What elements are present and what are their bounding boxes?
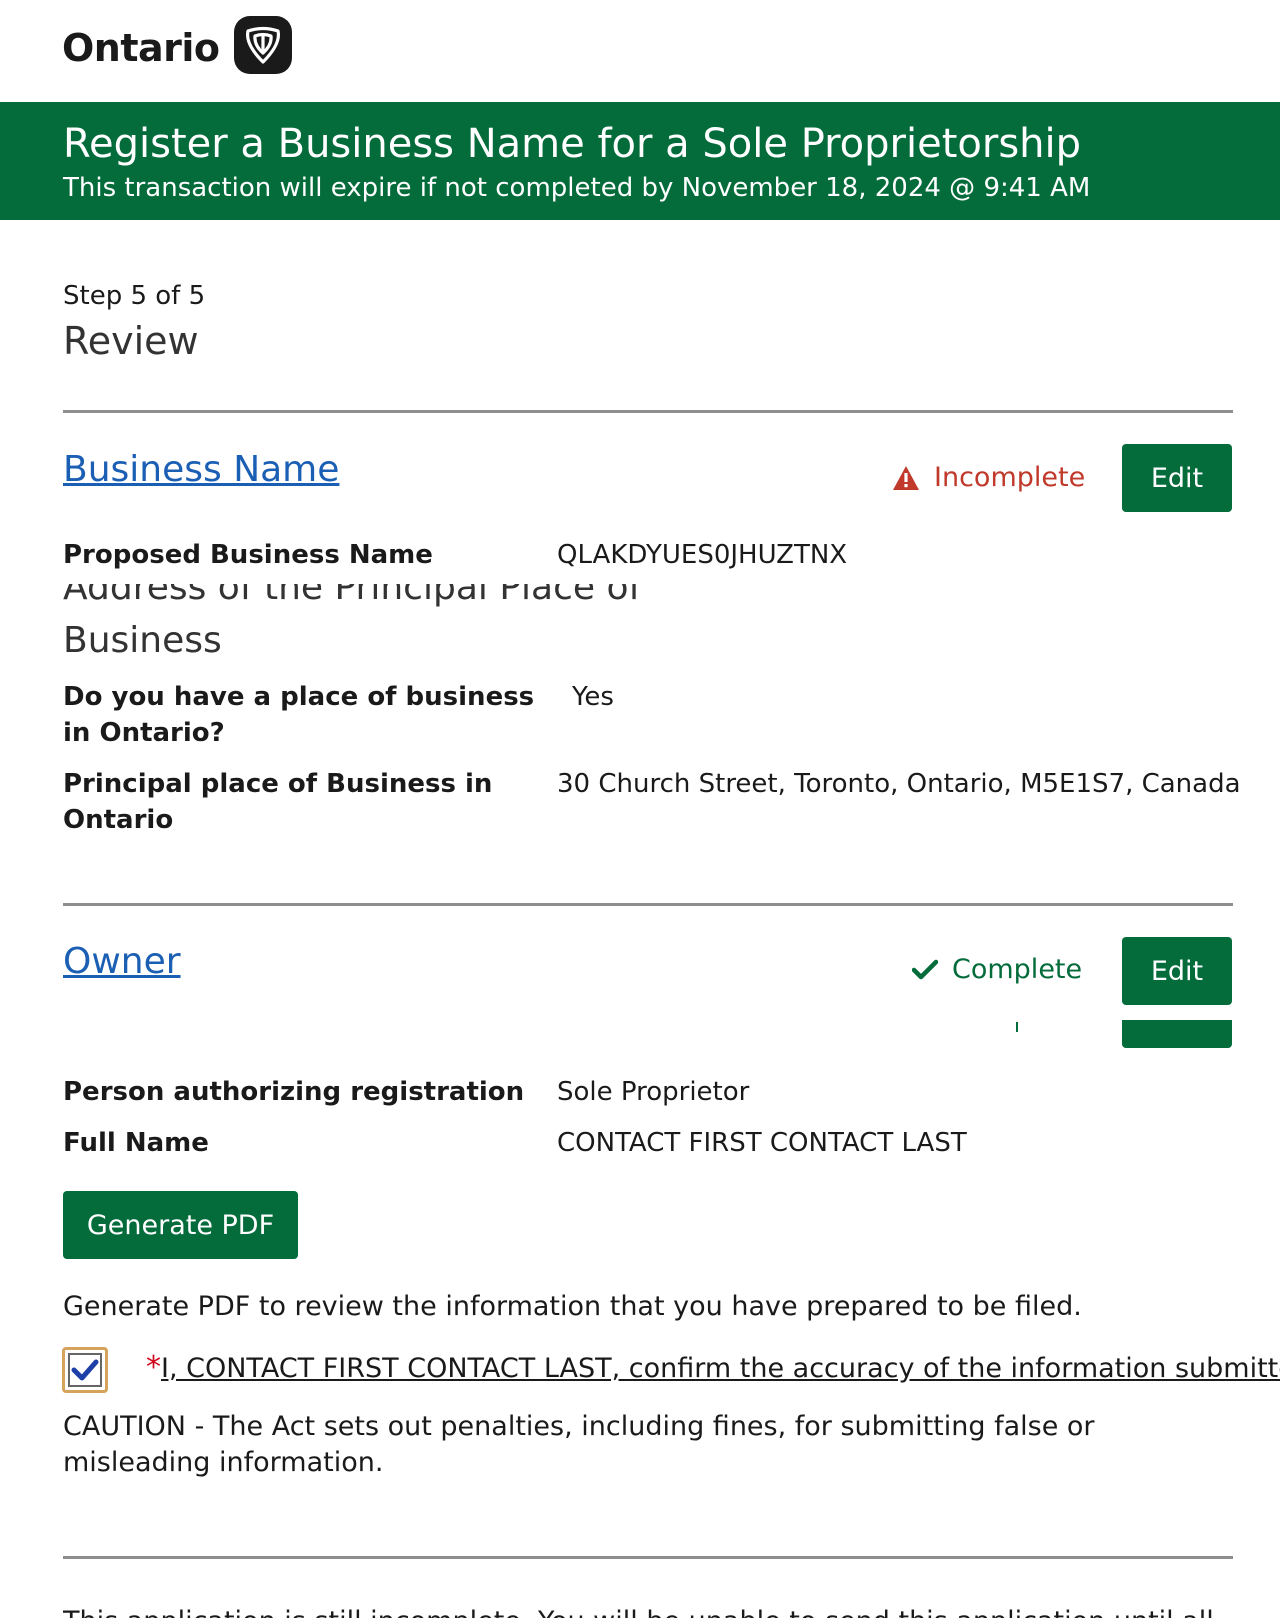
footer-incomplete-notice-clipped: This application is still incomplete. Yo…: [63, 1604, 1233, 1618]
proposed-business-name-label: Proposed Business Name: [63, 540, 433, 570]
section-divider: [63, 1556, 1233, 1559]
person-authorizing-label: Person authorizing registration: [63, 1077, 525, 1107]
site-header: Ontario: [0, 0, 1280, 102]
person-authorizing-value: Sole Proprietor: [557, 1077, 750, 1107]
generate-pdf-help: Generate PDF to review the information t…: [63, 1291, 1082, 1322]
owner-section-link[interactable]: Owner: [63, 938, 181, 986]
place-of-business-question-label: Do you have a place of business in Ontar…: [63, 682, 535, 748]
page-banner: Register a Business Name for a Sole Prop…: [0, 102, 1280, 220]
step-counter: Step 5 of 5: [63, 281, 206, 311]
page-title: Register a Business Name for a Sole Prop…: [63, 121, 1082, 167]
checkbox-box: [68, 1353, 102, 1387]
business-name-status: Incomplete: [892, 460, 1085, 496]
place-of-business-question-value: Yes: [572, 682, 614, 712]
warning-icon: [893, 466, 919, 490]
checkmark-icon: [71, 1359, 99, 1381]
address-heading: Business: [63, 620, 222, 661]
check-icon: [912, 959, 938, 980]
section-divider: [63, 903, 1233, 906]
required-marker: *: [146, 1350, 161, 1385]
confirm-accuracy-text[interactable]: I, CONTACT FIRST CONTACT LAST, confirm t…: [161, 1353, 1280, 1384]
caution-text: CAUTION - The Act sets out penalties, in…: [63, 1411, 1095, 1478]
expiry-notice: This transaction will expire if not comp…: [63, 173, 1091, 203]
section-divider: [63, 410, 1233, 413]
owner-status-text: Complete: [952, 954, 1083, 985]
edit-owner-button[interactable]: Edit: [1122, 937, 1232, 1005]
business-name-status-text: Incomplete: [934, 462, 1086, 493]
trillium-icon[interactable]: [234, 16, 292, 74]
step-title: Review: [63, 319, 199, 363]
ontario-logo-text[interactable]: Ontario: [62, 22, 220, 74]
business-name-section-link[interactable]: Business Name: [63, 446, 339, 494]
confirm-accuracy-label[interactable]: *I, CONTACT FIRST CONTACT LAST, confirm …: [146, 1350, 1280, 1387]
full-name-label: Full Name: [63, 1128, 209, 1158]
generate-pdf-button[interactable]: Generate PDF: [63, 1191, 298, 1259]
render-artifact: [1122, 1020, 1232, 1048]
address-heading-clipped: Address of the Principal Place of: [63, 584, 641, 612]
address-heading-partial: Address of the Principal Place of: [63, 584, 642, 608]
principal-place-value: 30 Church Street, Toronto, Ontario, M5E1…: [557, 769, 1241, 799]
confirm-accuracy-checkbox[interactable]: [62, 1347, 108, 1393]
render-artifact: [1016, 1022, 1018, 1032]
principal-place-label: Principal place of Business in Ontario: [63, 769, 493, 835]
full-name-value: CONTACT FIRST CONTACT LAST: [557, 1128, 967, 1158]
edit-business-name-button[interactable]: Edit: [1122, 444, 1232, 512]
owner-status: Complete: [912, 952, 1082, 988]
footer-incomplete-notice: This application is still incomplete. Yo…: [63, 1604, 1233, 1618]
proposed-business-name-value: QLAKDYUES0JHUZTNX: [557, 540, 848, 570]
